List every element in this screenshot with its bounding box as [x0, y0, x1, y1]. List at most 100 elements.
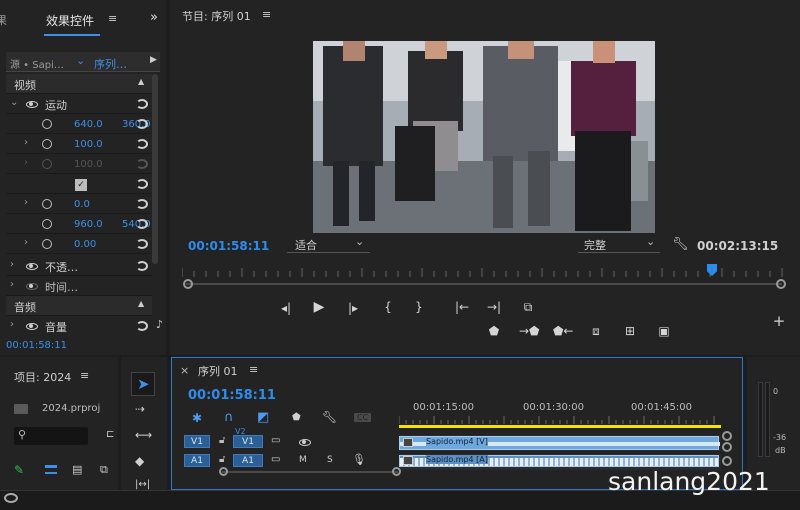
reset-icon[interactable] [136, 199, 148, 209]
work-area-bar[interactable] [399, 425, 721, 428]
video-clip[interactable]: Sapido.mp4 [V] [399, 436, 720, 450]
effects-scrollbar[interactable] [152, 74, 158, 264]
eye-icon[interactable] [26, 263, 38, 270]
position-x-value[interactable]: 640.0 [74, 119, 103, 130]
section-collapse-icon[interactable]: ▲ [138, 77, 144, 86]
icon-view-icon[interactable]: ▤ [72, 463, 82, 476]
source-clip-selector[interactable]: 源 • Sapi… [10, 56, 64, 71]
reset-icon[interactable] [136, 139, 148, 149]
chevron-down-icon[interactable]: ⌄ [10, 97, 18, 108]
stopwatch-icon[interactable] [42, 159, 52, 169]
reset-icon[interactable] [136, 119, 148, 129]
step-back-icon[interactable]: ◂| [277, 301, 295, 315]
razor-tool-icon[interactable]: ◆ [135, 454, 144, 468]
snap-magnet-icon[interactable]: ∩ [224, 410, 234, 425]
sequence-selector[interactable]: 序列… [94, 56, 127, 72]
play-icon[interactable]: ▶ [310, 299, 328, 315]
header-scrollbar[interactable] [222, 471, 398, 473]
rotation-value[interactable]: 0.0 [74, 199, 90, 210]
comparison-view-icon[interactable]: ⊞ [621, 324, 639, 338]
program-time-ruler[interactable] [181, 266, 784, 278]
zoom-handle-right[interactable] [776, 279, 786, 289]
selection-tool[interactable]: ➤ [131, 372, 155, 396]
timeline-ruler[interactable]: 00:01:15:00 00:01:30:00 00:01:45:00 [399, 394, 721, 428]
stopwatch-icon[interactable] [42, 119, 52, 129]
eye-icon[interactable] [299, 439, 311, 446]
chevron-right-icon[interactable]: › [24, 137, 28, 148]
sequence-tab-title[interactable]: 序列 01 [198, 363, 238, 379]
add-button-icon[interactable]: + [770, 312, 788, 330]
pencil-icon[interactable]: ✎ [14, 463, 24, 477]
panel-menu-icon[interactable]: ≡ [80, 369, 89, 382]
extract-icon[interactable]: ⬟← [553, 324, 573, 338]
effects-timecode[interactable]: 00:01:58:11 [6, 340, 67, 351]
chevron-down-icon[interactable]: ⌄ [76, 54, 85, 67]
linked-selection-icon[interactable]: ◩ [257, 410, 269, 425]
project-search-input[interactable]: ⚲ [14, 427, 88, 445]
track-height-handle[interactable] [722, 456, 732, 466]
scroll-handle-left[interactable] [219, 467, 228, 476]
chevron-right-icon[interactable]: › [24, 237, 28, 248]
freeform-view-icon[interactable]: ⧉ [100, 463, 108, 477]
fit-dropdown[interactable]: 适合 ⌄ [287, 235, 370, 253]
checkbox-checked-icon[interactable]: ✓ [75, 179, 87, 191]
close-sequence-tab[interactable]: × [180, 364, 189, 377]
antiflicker-value[interactable]: 0.00 [74, 239, 96, 250]
solo-button[interactable]: S [327, 455, 333, 465]
chevron-right-icon[interactable]: › [10, 279, 14, 290]
captions-button[interactable]: CC [354, 413, 372, 422]
stopwatch-icon[interactable] [42, 219, 52, 229]
ripple-edit-tool-icon[interactable]: ⟷ [135, 428, 152, 442]
stopwatch-icon[interactable] [42, 239, 52, 249]
chevron-right-icon[interactable]: › [10, 259, 14, 270]
zoom-scrollbar[interactable] [186, 283, 782, 285]
audio-clip[interactable]: Sapido.mp4 [A] [399, 455, 719, 467]
slip-tool-icon[interactable]: |↔| [135, 479, 150, 490]
prev-panel-tab[interactable]: 果 [0, 12, 7, 28]
chevron-right-icon[interactable]: › [10, 319, 14, 330]
creative-cloud-icon[interactable] [4, 493, 18, 503]
volume-effect-row[interactable]: › 音量 [6, 316, 152, 334]
scroll-handle-right[interactable] [392, 467, 401, 476]
reset-icon[interactable] [136, 321, 148, 331]
reset-icon[interactable] [136, 179, 148, 189]
add-marker-icon[interactable]: ⬟ [292, 412, 301, 423]
tab-effect-controls[interactable]: 效果控件 [46, 12, 94, 29]
opacity-effect-row[interactable]: › 不透… [6, 256, 152, 276]
stopwatch-icon[interactable] [42, 139, 52, 149]
program-timecode[interactable]: 00:01:58:11 [188, 239, 269, 253]
add-marker-icon[interactable]: ⬟ [485, 324, 503, 338]
film-icon[interactable]: ▭ [271, 454, 280, 465]
camera-icon[interactable]: ▣ [655, 324, 673, 338]
eye-icon[interactable] [26, 101, 38, 108]
insert-icon[interactable]: ⧉ [519, 300, 537, 315]
track-height-handle[interactable] [722, 442, 732, 452]
track-select-tool-icon[interactable]: ⇢ [135, 402, 145, 416]
play-arrow-icon[interactable]: ▶ [150, 55, 157, 65]
panel-menu-icon[interactable]: ≡ [108, 12, 117, 25]
step-forward-icon[interactable]: |▸ [344, 301, 362, 315]
overwrite-icon[interactable]: ⧈ [587, 324, 605, 339]
mark-out-icon[interactable]: } [410, 300, 428, 314]
lift-icon[interactable]: →⬟ [519, 324, 539, 338]
track-height-handle[interactable] [722, 431, 732, 441]
mute-button[interactable]: M [299, 455, 307, 465]
reset-icon[interactable] [136, 239, 148, 249]
panel-menu-icon[interactable]: ≡ [249, 363, 258, 376]
quality-dropdown[interactable]: 完整 ⌄ [578, 235, 660, 253]
microphone-icon[interactable]: 🎙︎ [352, 453, 366, 466]
a1-source-patch[interactable]: A1 [184, 454, 210, 467]
stopwatch-icon[interactable] [42, 199, 52, 209]
reset-icon[interactable] [136, 219, 148, 229]
wrench-icon[interactable]: 🔧︎ [322, 410, 337, 424]
reset-icon[interactable] [136, 99, 148, 109]
film-icon[interactable]: ▭ [271, 435, 280, 446]
motion-effect-row[interactable]: ⌄ 运动 [6, 94, 152, 114]
eye-icon[interactable] [26, 323, 38, 330]
anchor-x-value[interactable]: 960.0 [74, 219, 103, 230]
list-view-icon[interactable] [45, 465, 57, 474]
nest-snap-icon[interactable]: ✱ [192, 411, 202, 425]
panel-menu-icon[interactable]: ≡ [262, 8, 271, 21]
timeline-timecode[interactable]: 00:01:58:11 [188, 388, 276, 403]
expand-panels-icon[interactable]: » [150, 10, 158, 25]
